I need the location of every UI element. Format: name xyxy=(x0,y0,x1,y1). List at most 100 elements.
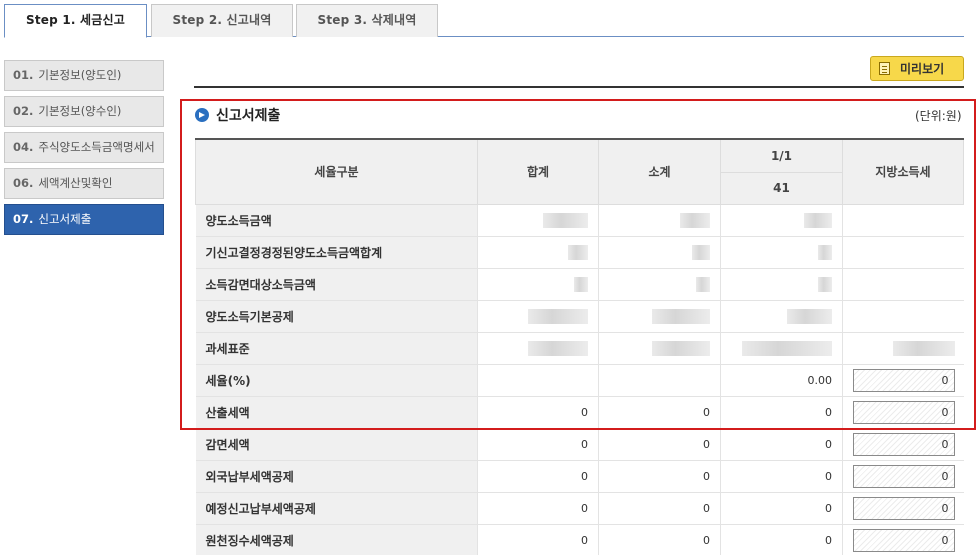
cell-local: 0 xyxy=(842,364,964,397)
table-row: 원천징수세액공제 0 0 0 0 xyxy=(195,524,964,555)
cell-subtotal: 0 xyxy=(598,396,721,429)
cell-subtotal: 0 xyxy=(598,524,721,555)
header-subtotal: 소계 xyxy=(598,138,721,205)
cell-code xyxy=(720,300,843,333)
sidebar-item-stock-transfer-statement[interactable]: 04. 주식양도소득금액명세서 xyxy=(4,132,164,163)
cell-local: 0 xyxy=(842,524,964,555)
sidebar-item-number: 04. xyxy=(13,140,34,154)
divider xyxy=(194,86,964,88)
sidebar-item-number: 07. xyxy=(13,212,34,226)
section-title-text: 신고서제출 xyxy=(216,108,281,124)
cell-code xyxy=(720,236,843,269)
row-label: 외국납부세액공제 xyxy=(195,460,478,493)
cell-total xyxy=(477,268,599,301)
cell-subtotal: 0 xyxy=(598,460,721,493)
row-label: 양도소득금액 xyxy=(195,204,478,237)
header-local-tax: 지방소득세 xyxy=(842,138,964,205)
cell-total: 0 xyxy=(477,524,599,555)
tab-step2-report-history[interactable]: Step 2. 신고내역 xyxy=(151,4,293,37)
sidebar-item-label: 기본정보(양도인) xyxy=(38,68,122,82)
table-row: 외국납부세액공제 0 0 0 0 xyxy=(195,460,964,493)
sidebar-item-submit-report[interactable]: 07. 신고서제출 xyxy=(4,204,164,235)
sidebar-item-number: 06. xyxy=(13,176,34,190)
sidebar-item-label: 세액계산및확인 xyxy=(38,176,113,190)
sidebar-item-label: 기본정보(양수인) xyxy=(38,104,122,118)
header-code: 41 xyxy=(720,171,843,205)
row-label: 원천징수세액공제 xyxy=(195,524,478,555)
table-row: 양도소득기본공제 xyxy=(195,300,964,333)
sidebar-item-label: 주식양도소득금액명세서 xyxy=(38,140,155,154)
table-row: 산출세액 0 0 0 0 xyxy=(195,396,964,429)
cell-local: 0 xyxy=(842,428,964,461)
tab-step1-tax-report[interactable]: Step 1. 세금신고 xyxy=(4,4,147,38)
cell-local xyxy=(842,268,964,301)
cell-code: 0 xyxy=(720,396,843,429)
cell-code xyxy=(720,204,843,237)
cell-code: 0 xyxy=(720,524,843,555)
cell-code xyxy=(720,332,843,365)
local-tax-input[interactable]: 0 xyxy=(852,400,955,424)
preview-button-label: 미리보기 xyxy=(900,62,945,76)
row-label: 감면세액 xyxy=(195,428,478,461)
cell-subtotal xyxy=(598,332,721,365)
cell-total xyxy=(477,332,599,365)
sidebar-item-label: 신고서제출 xyxy=(38,212,92,226)
row-label: 세율(%) xyxy=(195,364,478,397)
section-title: 신고서제출 xyxy=(195,105,280,125)
cell-total xyxy=(477,364,599,397)
row-label: 기신고결정경정된양도소득금액합계 xyxy=(195,236,478,269)
cell-local xyxy=(842,204,964,237)
cell-total xyxy=(477,236,599,269)
sidebar-item-number: 01. xyxy=(13,68,34,82)
local-tax-input[interactable]: 0 xyxy=(852,528,955,552)
cell-subtotal: 0 xyxy=(598,492,721,525)
table-row: 소득감면대상소득금액 xyxy=(195,268,964,301)
cell-subtotal: 0 xyxy=(598,428,721,461)
cell-code: 0.00 xyxy=(720,364,843,397)
cell-code: 0 xyxy=(720,428,843,461)
sidebar-item-tax-calculation[interactable]: 06. 세액계산및확인 xyxy=(4,168,164,199)
table-row: 세율(%) 0.00 0 xyxy=(195,364,964,397)
sidebar-nav: 01. 기본정보(양도인) 02. 기본정보(양수인) 04. 주식양도소득금액… xyxy=(4,60,164,240)
row-label: 양도소득기본공제 xyxy=(195,300,478,333)
tab-step3-deleted-history[interactable]: Step 3. 삭제내역 xyxy=(296,4,438,37)
local-tax-input[interactable]: 0 xyxy=(852,432,955,456)
cell-total xyxy=(477,204,599,237)
step-tabs: Step 1. 세금신고 Step 2. 신고내역 Step 3. 삭제내역 xyxy=(4,0,964,38)
row-label: 과세표준 xyxy=(195,332,478,365)
cell-total: 0 xyxy=(477,492,599,525)
row-label: 산출세액 xyxy=(195,396,478,429)
document-icon xyxy=(879,62,890,75)
local-tax-input[interactable]: 0 xyxy=(852,496,955,520)
table-row: 양도소득금액 xyxy=(195,204,964,237)
table-row: 과세표준 xyxy=(195,332,964,365)
cell-code xyxy=(720,268,843,301)
unit-label: (단위:원) xyxy=(915,109,962,123)
preview-button[interactable]: 미리보기 xyxy=(870,56,964,81)
local-tax-input[interactable]: 0 xyxy=(852,464,955,488)
cell-local: 0 xyxy=(842,460,964,493)
table-row: 감면세액 0 0 0 0 xyxy=(195,428,964,461)
table-row: 예정신고납부세액공제 0 0 0 0 xyxy=(195,492,964,525)
cell-total: 0 xyxy=(477,428,599,461)
sidebar-item-transferee-info[interactable]: 02. 기본정보(양수인) xyxy=(4,96,164,127)
cell-local: 0 xyxy=(842,492,964,525)
cell-subtotal xyxy=(598,268,721,301)
local-tax-input[interactable]: 0 xyxy=(852,368,955,392)
cell-subtotal xyxy=(598,300,721,333)
cell-code: 0 xyxy=(720,460,843,493)
cell-subtotal xyxy=(598,364,721,397)
cell-subtotal xyxy=(598,204,721,237)
row-label: 소득감면대상소득금액 xyxy=(195,268,478,301)
tax-report-table: 세율구분 합계 소계 1/1 지방소득세 41 양도소득금액 기신고결정경정된양… xyxy=(195,138,964,555)
sidebar-item-number: 02. xyxy=(13,104,34,118)
cell-local xyxy=(842,236,964,269)
cell-local xyxy=(842,300,964,333)
cell-code: 0 xyxy=(720,492,843,525)
arrow-right-circle-icon xyxy=(195,108,209,122)
sidebar-item-transferor-info[interactable]: 01. 기본정보(양도인) xyxy=(4,60,164,91)
table-row: 기신고결정경정된양도소득금액합계 xyxy=(195,236,964,269)
cell-total: 0 xyxy=(477,396,599,429)
cell-total xyxy=(477,300,599,333)
row-label: 예정신고납부세액공제 xyxy=(195,492,478,525)
